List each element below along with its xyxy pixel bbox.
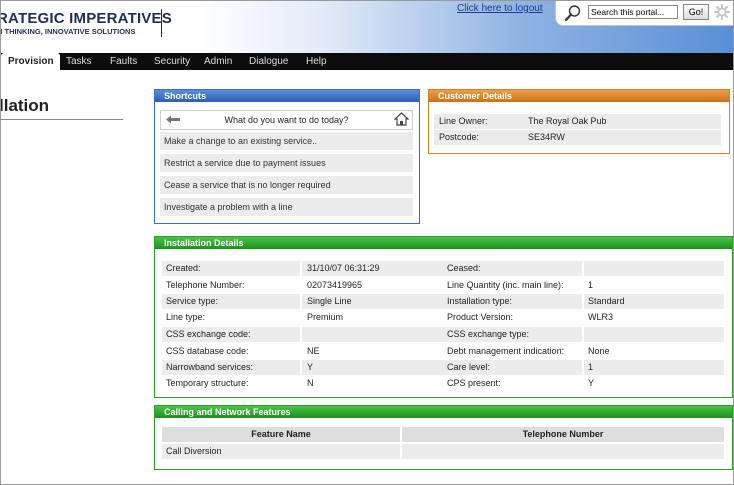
shortcuts-toolbar: What do you want to do today? xyxy=(160,110,413,130)
field-value: Standard xyxy=(588,296,625,306)
installation-row: Line type: Premium Product Version: WLR3 xyxy=(162,310,724,325)
nav-tab-dialogue[interactable]: Dialogue xyxy=(249,53,288,70)
column-header-telephone-number: Telephone Number xyxy=(522,429,604,439)
feature-name-cell: Call Diversion xyxy=(166,446,222,456)
field-label: Created: xyxy=(166,263,201,273)
nav-tab-help[interactable]: Help xyxy=(306,53,327,70)
nav-tab-tasks[interactable]: Tasks xyxy=(66,53,92,70)
column-divider xyxy=(582,327,584,342)
postcode-label: Postcode: xyxy=(439,132,480,142)
page-title: llation xyxy=(0,96,50,115)
field-label: Line type: xyxy=(166,312,206,322)
customer-details-panel: Customer Details Line Owner: The Royal O… xyxy=(428,89,730,154)
main-nav: Provision Tasks Faults Security Admin Di… xyxy=(1,53,733,70)
field-label: Service type: xyxy=(166,296,219,306)
settings-gear-icon[interactable] xyxy=(714,4,730,22)
shortcut-change-service[interactable]: Make a change to an existing service.. xyxy=(160,132,413,150)
shortcut-cease-service[interactable]: Cease a service that is no longer requir… xyxy=(160,176,413,194)
installation-row: Created: 31/10/07 06:31:29 Ceased: xyxy=(162,261,724,276)
installation-row: CSS exchange code: CSS exchange type: xyxy=(162,327,724,342)
field-value: Single Line xyxy=(307,296,352,306)
installation-details-header: Installation Details xyxy=(155,237,732,249)
features-table-row: Call Diversion xyxy=(162,444,724,459)
line-owner-label: Line Owner: xyxy=(439,116,488,126)
page-title-underline xyxy=(1,119,123,120)
calling-features-header: Calling and Network Features xyxy=(155,406,732,418)
shortcuts-panel: Shortcuts What do you want to do today? … xyxy=(154,89,420,224)
field-label: Temporary structure: xyxy=(166,378,249,388)
field-value: 1 xyxy=(588,280,594,290)
postcode-value: SE34RW xyxy=(528,132,565,142)
field-label: Product Version: xyxy=(447,312,514,322)
line-owner-value: The Royal Oak Pub xyxy=(528,116,607,126)
field-label: Care level: xyxy=(447,362,491,372)
field-label: Narrowband services: xyxy=(166,362,254,372)
field-label: CSS database code: xyxy=(166,346,249,356)
brand-tagline: H THINKING, INNOVATIVE SOLUTIONS xyxy=(0,27,136,36)
installation-row: Temporary structure: N CPS present: Y xyxy=(162,376,724,391)
field-value: None xyxy=(588,346,610,356)
field-value: 1 xyxy=(588,362,594,372)
column-divider xyxy=(582,360,584,375)
field-value: NE xyxy=(307,346,320,356)
field-label: CPS present: xyxy=(447,378,501,388)
customer-row-line-owner: Line Owner: The Royal Oak Pub xyxy=(434,114,721,129)
column-divider xyxy=(300,261,302,276)
column-divider xyxy=(300,294,302,309)
column-divider xyxy=(582,261,584,276)
shortcuts-question: What do you want to do today? xyxy=(224,115,349,125)
home-icon[interactable] xyxy=(393,112,410,128)
nav-tab-faults[interactable]: Faults xyxy=(110,53,137,70)
column-divider xyxy=(582,294,584,309)
nav-tab-security[interactable]: Security xyxy=(154,53,190,70)
nav-tab-admin[interactable]: Admin xyxy=(204,53,232,70)
field-label: Line Quantity (inc. main line): xyxy=(447,280,564,290)
customer-row-postcode: Postcode: SE34RW xyxy=(434,130,721,145)
calling-features-panel: Calling and Network Features Feature Nam… xyxy=(154,405,733,470)
column-divider xyxy=(300,327,302,342)
field-label: CSS exchange type: xyxy=(447,329,530,339)
nav-tab-provision[interactable]: Provision xyxy=(1,53,60,70)
shortcut-investigate-problem[interactable]: Investigate a problem with a line xyxy=(160,198,413,216)
field-label: Ceased: xyxy=(447,263,481,273)
search-input[interactable] xyxy=(588,5,678,19)
field-value: 02073419965 xyxy=(307,280,363,290)
features-table-header: Feature Name Telephone Number xyxy=(162,427,724,442)
customer-details-header: Customer Details xyxy=(429,90,729,102)
column-header-feature-name: Feature Name xyxy=(251,429,311,439)
installation-row: Telephone Number: 02073419965 Line Quant… xyxy=(162,278,724,293)
shortcut-restrict-service[interactable]: Restrict a service due to payment issues xyxy=(160,154,413,172)
search-panel: Go! xyxy=(555,1,733,26)
field-label: CSS exchange code: xyxy=(166,329,251,339)
column-divider xyxy=(400,444,402,459)
installation-row: CSS database code: NE Debt management in… xyxy=(162,344,724,359)
portal-header: RATEGIC IMPERATIVES H THINKING, INNOVATI… xyxy=(1,1,733,53)
column-divider xyxy=(300,360,302,375)
portal-window: RATEGIC IMPERATIVES H THINKING, INNOVATI… xyxy=(0,0,734,485)
field-label: Debt management indication: xyxy=(447,346,565,356)
brand-divider xyxy=(161,9,162,37)
field-value: N xyxy=(307,378,314,388)
shortcuts-header: Shortcuts xyxy=(155,90,419,102)
field-label: Installation type: xyxy=(447,296,513,306)
field-value: Y xyxy=(588,378,595,388)
field-value: Y xyxy=(307,362,314,372)
installation-row: Narrowband services: Y Care level: 1 xyxy=(162,360,724,375)
installation-details-panel: Installation Details Created: 31/10/07 0… xyxy=(154,236,733,398)
field-label: Telephone Number: xyxy=(166,280,245,290)
brand-title: RATEGIC IMPERATIVES xyxy=(0,10,172,27)
logout-link[interactable]: Click here to logout xyxy=(457,3,543,14)
go-button[interactable]: Go! xyxy=(683,4,709,20)
field-value: 31/10/07 06:31:29 xyxy=(307,263,380,273)
field-value: Premium xyxy=(307,312,344,322)
search-icon[interactable] xyxy=(564,4,582,24)
installation-row: Service type: Single Line Installation t… xyxy=(162,294,724,309)
field-value: WLR3 xyxy=(588,312,614,322)
